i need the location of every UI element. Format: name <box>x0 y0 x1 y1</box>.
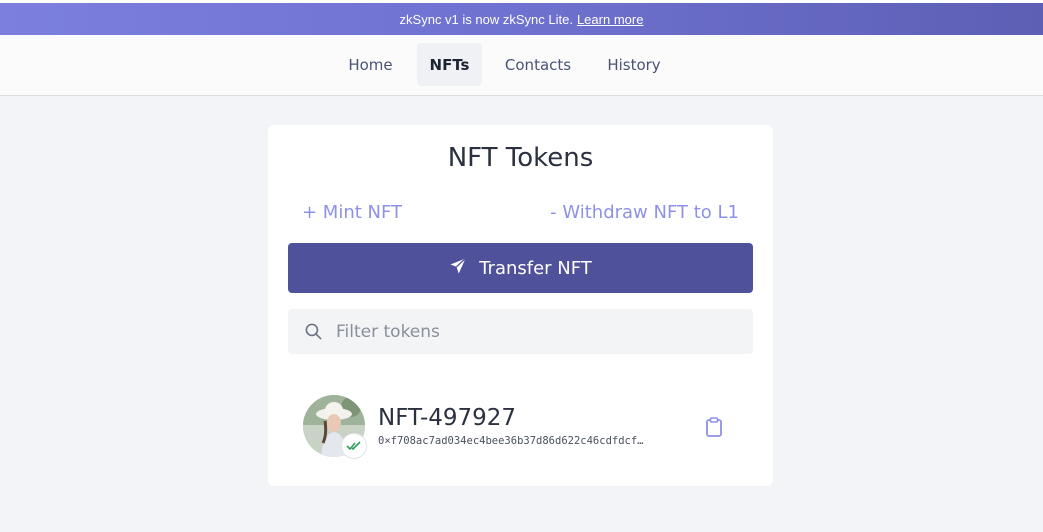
top-nav: Home NFTs Contacts History <box>0 35 1043 96</box>
nav-tab-history[interactable]: History <box>597 43 671 86</box>
withdraw-nft-link[interactable]: - Withdraw NFT to L1 <box>550 202 739 223</box>
page-title: NFT Tokens <box>447 143 594 173</box>
token-name: NFT-497927 <box>378 405 517 431</box>
search-icon <box>304 322 323 345</box>
token-list-item[interactable]: NFT-497927 0×f708ac7ad034ec4bee36b37d86d… <box>303 395 733 459</box>
filter-tokens-field <box>288 309 753 354</box>
token-address: 0×f708ac7ad034ec4bee36b37d86d622c46cdfdc… <box>378 435 644 447</box>
filter-tokens-input[interactable] <box>336 309 736 354</box>
nav-tab-home[interactable]: Home <box>339 43 402 86</box>
transfer-nft-button[interactable]: Transfer NFT <box>288 243 753 293</box>
clipboard-icon[interactable] <box>705 417 723 441</box>
learn-more-link[interactable]: Learn more <box>577 12 643 27</box>
verified-check-icon <box>341 433 367 459</box>
nav-tab-nfts[interactable]: NFTs <box>417 43 482 86</box>
send-icon <box>449 257 467 280</box>
nft-tokens-card: NFT Tokens + Mint NFT - Withdraw NFT to … <box>268 125 773 486</box>
mint-nft-link[interactable]: + Mint NFT <box>302 202 402 223</box>
transfer-nft-label: Transfer NFT <box>479 257 592 279</box>
nav-tab-contacts[interactable]: Contacts <box>496 43 580 86</box>
banner-text: zkSync v1 is now zkSync Lite. <box>399 11 573 27</box>
announcement-banner: zkSync v1 is now zkSync Lite. Learn more <box>0 0 1043 35</box>
